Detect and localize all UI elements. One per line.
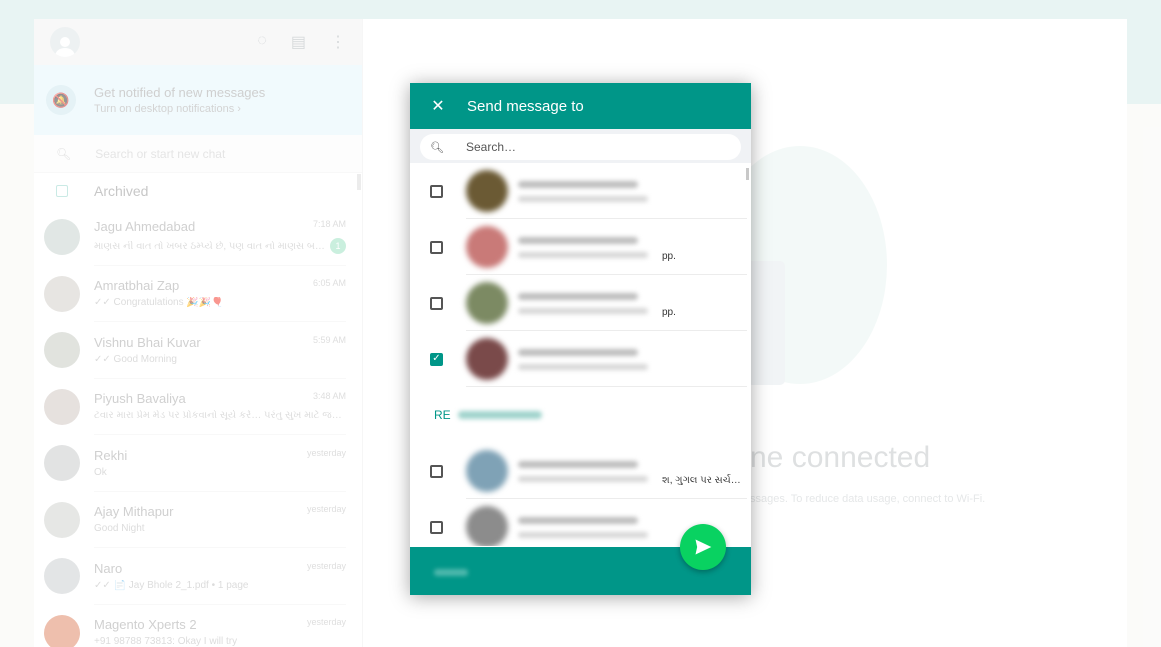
contact-avatar [466,450,508,492]
checkbox[interactable] [430,520,443,534]
selected-names [434,569,468,576]
contact-status-blurred [518,308,648,314]
contact-status-blurred [518,364,648,370]
checkbox[interactable] [430,296,443,310]
contact-row[interactable]: pp. [410,275,751,331]
contact-status-tail: શ, ગુગલ પર સર્ચ… [662,475,741,486]
dialog-search-input[interactable] [465,140,731,154]
contact-name-blurred [518,461,638,468]
contact-status-blurred [518,196,648,202]
check-icon: ✓ [432,353,441,364]
checkbox[interactable] [430,240,443,254]
search-icon: 🔍︎ [430,141,444,154]
contact-avatar [466,226,508,268]
contact-status-blurred [518,252,648,258]
contact-avatar [466,338,508,380]
contact-name-blurred [518,293,638,300]
checkbox[interactable] [430,464,443,478]
contact-avatar [466,506,508,546]
close-icon[interactable]: ✕ [430,96,446,116]
contact-avatar [466,282,508,324]
send-icon [695,539,712,555]
dialog-title: Send message to [467,97,584,115]
contact-status-tail: pp. [662,251,676,262]
checkbox-checked[interactable]: ✓ [430,352,443,366]
dialog-header: ✕ Send message to [410,83,751,129]
send-button[interactable] [680,524,726,570]
section-label: RE [434,408,451,422]
contact-avatar [466,170,508,212]
contact-row[interactable] [410,163,751,219]
contact-name-blurred [518,181,638,188]
contact-status-blurred [518,476,648,482]
dialog-search-wrap: 🔍︎ [410,129,751,163]
section-label-blurred [458,411,542,419]
contact-list: pp. pp. ✓ શ, ગુગલ પર સર્ચ… RE [410,163,751,546]
checkbox[interactable] [430,184,443,198]
dialog-scrollbar[interactable] [746,168,749,180]
contact-row[interactable]: ✓ [410,331,751,387]
section-row: RE [410,387,751,443]
dialog-search: 🔍︎ [420,134,741,160]
contact-row[interactable]: pp. [410,219,751,275]
send-message-dialog: ✕ Send message to 🔍︎ pp. pp. ✓ શ, ગુગલ પર સ… [410,83,751,595]
contact-status-tail: pp. [662,307,676,318]
contact-row[interactable]: શ, ગુગલ પર સર્ચ… [410,443,751,499]
contact-name-blurred [518,517,638,524]
contact-name-blurred [518,349,638,356]
contact-status-blurred [518,532,648,538]
contact-name-blurred [518,237,638,244]
